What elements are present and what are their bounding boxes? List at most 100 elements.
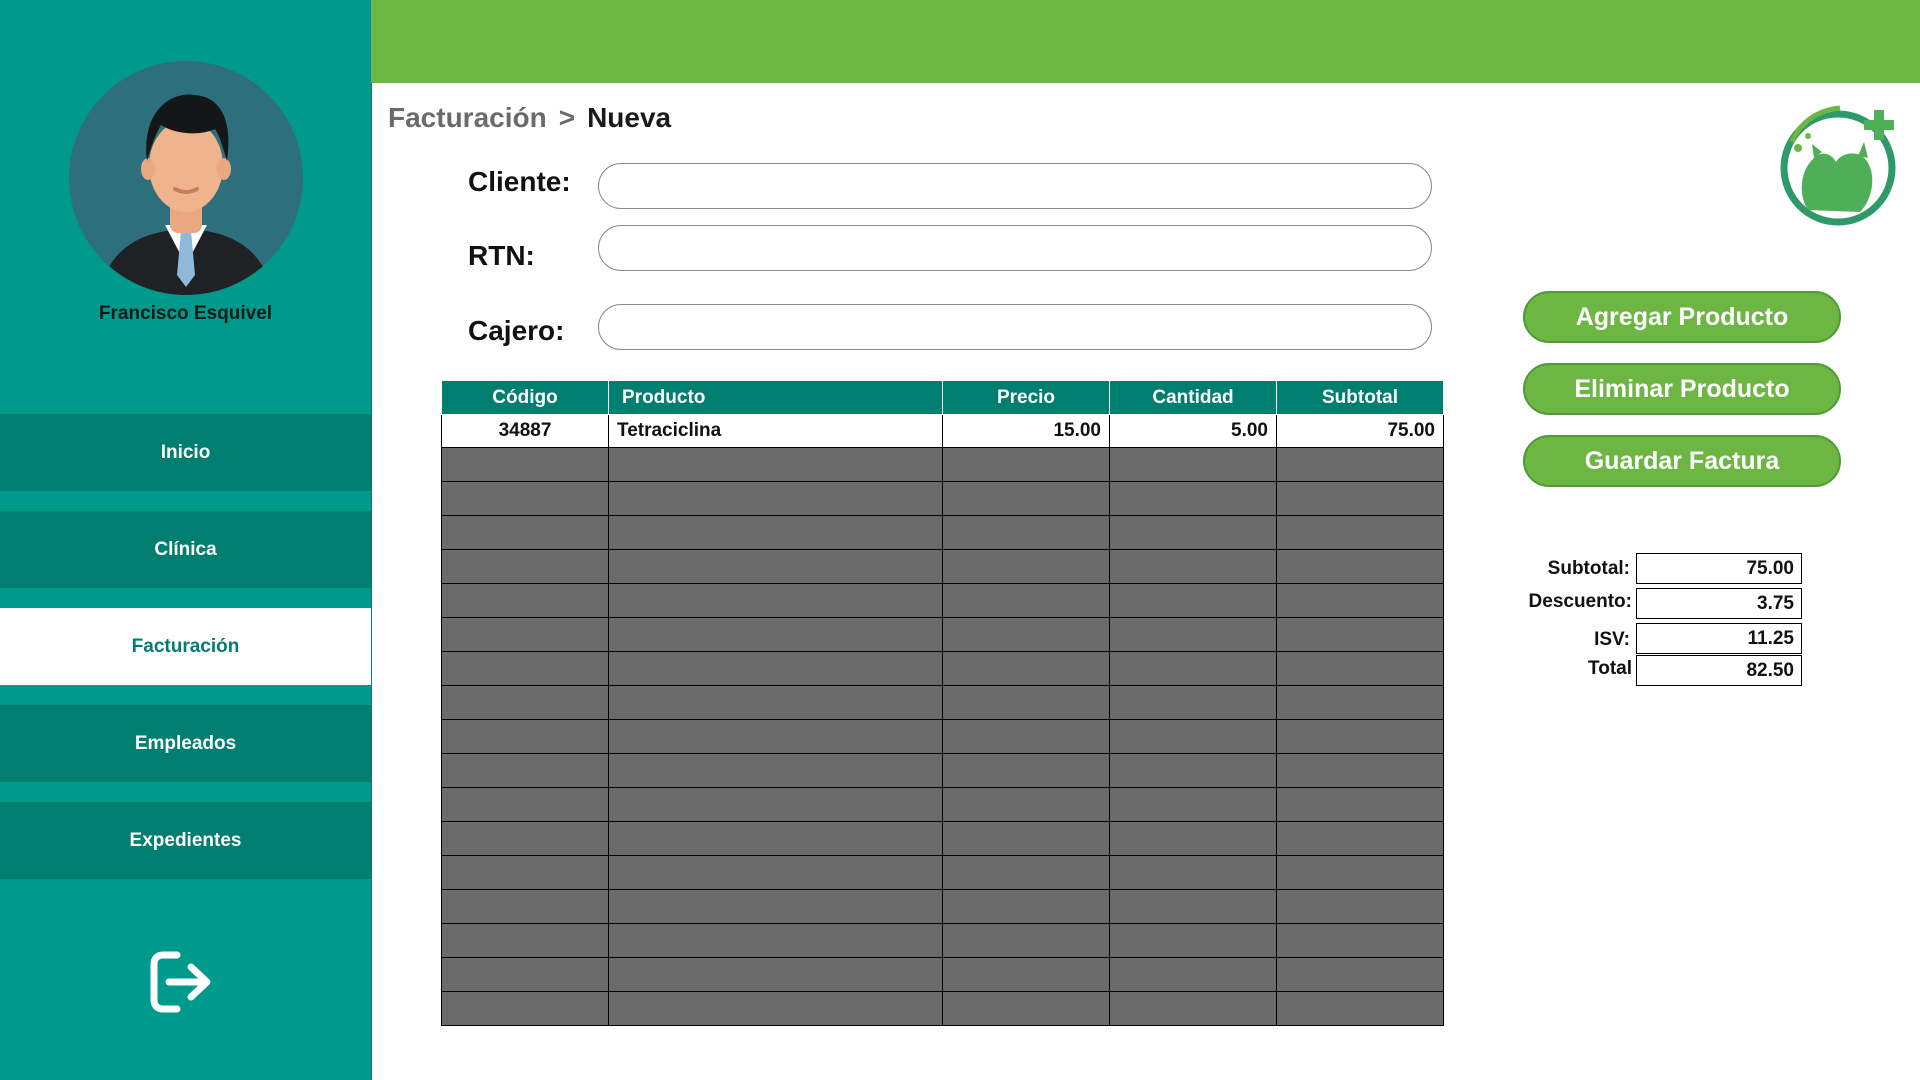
table-cell-empty[interactable]	[1276, 821, 1444, 856]
cell-subtotal[interactable]: 75.00	[1276, 414, 1444, 448]
table-cell-empty[interactable]	[441, 583, 609, 618]
table-cell-empty[interactable]	[1276, 719, 1444, 754]
table-cell-empty[interactable]	[1276, 991, 1444, 1026]
table-cell-empty[interactable]	[1109, 821, 1277, 856]
table-row-empty[interactable]	[441, 991, 1444, 1026]
add-product-button[interactable]: Agregar Producto	[1523, 291, 1841, 343]
table-cell-empty[interactable]	[1276, 583, 1444, 618]
table-cell-empty[interactable]	[1109, 685, 1277, 720]
table-cell-empty[interactable]	[942, 957, 1110, 992]
sidebar-item-clinica[interactable]: Clínica	[0, 511, 371, 588]
table-cell-empty[interactable]	[942, 617, 1110, 652]
table-cell-empty[interactable]	[441, 991, 609, 1026]
table-cell-empty[interactable]	[441, 855, 609, 890]
table-cell-empty[interactable]	[1276, 889, 1444, 924]
products-table[interactable]: Código Producto Precio Cantidad Subtotal…	[441, 380, 1444, 1026]
table-cell-empty[interactable]	[608, 923, 943, 958]
table-cell-empty[interactable]	[608, 719, 943, 754]
table-cell-empty[interactable]	[608, 957, 943, 992]
save-invoice-button[interactable]: Guardar Factura	[1523, 435, 1841, 487]
table-cell-empty[interactable]	[608, 651, 943, 686]
table-cell-empty[interactable]	[942, 651, 1110, 686]
table-cell-empty[interactable]	[942, 481, 1110, 516]
table-cell-empty[interactable]	[441, 549, 609, 584]
column-header-codigo[interactable]: Código	[441, 380, 609, 415]
table-row-empty[interactable]	[441, 481, 1444, 516]
cell-producto[interactable]: Tetraciclina	[608, 414, 943, 448]
table-cell-empty[interactable]	[1276, 957, 1444, 992]
table-cell-empty[interactable]	[441, 481, 609, 516]
table-cell-empty[interactable]	[1109, 753, 1277, 788]
table-cell-empty[interactable]	[1109, 583, 1277, 618]
table-cell-empty[interactable]	[1109, 719, 1277, 754]
column-header-subtotal[interactable]: Subtotal	[1276, 380, 1444, 415]
table-cell-empty[interactable]	[942, 753, 1110, 788]
column-header-precio[interactable]: Precio	[942, 380, 1110, 415]
table-cell-empty[interactable]	[608, 753, 943, 788]
logout-icon[interactable]	[147, 947, 217, 1017]
table-cell-empty[interactable]	[1109, 889, 1277, 924]
table-cell-empty[interactable]	[942, 583, 1110, 618]
table-cell-empty[interactable]	[1276, 447, 1444, 482]
table-cell-empty[interactable]	[608, 481, 943, 516]
cajero-input[interactable]	[598, 304, 1432, 350]
table-cell-empty[interactable]	[942, 821, 1110, 856]
table-cell-empty[interactable]	[608, 821, 943, 856]
sidebar-item-empleados[interactable]: Empleados	[0, 705, 371, 782]
table-cell-empty[interactable]	[441, 685, 609, 720]
table-cell-empty[interactable]	[1109, 855, 1277, 890]
table-row-empty[interactable]	[441, 447, 1444, 482]
table-cell-empty[interactable]	[608, 447, 943, 482]
table-cell-empty[interactable]	[942, 923, 1110, 958]
table-cell-empty[interactable]	[942, 855, 1110, 890]
table-row-empty[interactable]	[441, 617, 1444, 652]
sidebar-item-expedientes[interactable]: Expedientes	[0, 802, 371, 879]
table-cell-empty[interactable]	[1276, 753, 1444, 788]
cell-precio[interactable]: 15.00	[942, 414, 1110, 448]
table-cell-empty[interactable]	[1109, 515, 1277, 550]
table-cell-empty[interactable]	[1109, 549, 1277, 584]
sidebar-item-facturacion[interactable]: Facturación	[0, 608, 371, 685]
table-cell-empty[interactable]	[1109, 923, 1277, 958]
table-cell-empty[interactable]	[1109, 617, 1277, 652]
table-cell-empty[interactable]	[942, 719, 1110, 754]
table-cell-empty[interactable]	[441, 651, 609, 686]
rtn-input[interactable]	[598, 225, 1432, 271]
sidebar-item-inicio[interactable]: Inicio	[0, 414, 371, 491]
table-cell-empty[interactable]	[1276, 787, 1444, 822]
cliente-input[interactable]	[598, 163, 1432, 209]
breadcrumb-parent[interactable]: Facturación	[388, 102, 547, 134]
table-row-empty[interactable]	[441, 753, 1444, 788]
table-cell-empty[interactable]	[942, 685, 1110, 720]
table-cell-empty[interactable]	[942, 447, 1110, 482]
table-cell-empty[interactable]	[1276, 685, 1444, 720]
table-row-empty[interactable]	[441, 855, 1444, 890]
table-row-empty[interactable]	[441, 889, 1444, 924]
table-cell-empty[interactable]	[441, 753, 609, 788]
remove-product-button[interactable]: Eliminar Producto	[1523, 363, 1841, 415]
table-row-empty[interactable]	[441, 923, 1444, 958]
table-row-empty[interactable]	[441, 549, 1444, 584]
table-row-empty[interactable]	[441, 685, 1444, 720]
table-cell-empty[interactable]	[1109, 447, 1277, 482]
table-cell-empty[interactable]	[1109, 787, 1277, 822]
table-row-empty[interactable]	[441, 515, 1444, 550]
table-cell-empty[interactable]	[441, 957, 609, 992]
table-row-empty[interactable]	[441, 821, 1444, 856]
table-cell-empty[interactable]	[1109, 957, 1277, 992]
cell-codigo[interactable]: 34887	[441, 414, 609, 448]
table-cell-empty[interactable]	[1276, 855, 1444, 890]
cell-cantidad[interactable]: 5.00	[1109, 414, 1277, 448]
table-cell-empty[interactable]	[942, 889, 1110, 924]
table-cell-empty[interactable]	[608, 991, 943, 1026]
table-cell-empty[interactable]	[1276, 481, 1444, 516]
table-cell-empty[interactable]	[441, 889, 609, 924]
table-cell-empty[interactable]	[608, 515, 943, 550]
table-cell-empty[interactable]	[608, 855, 943, 890]
table-cell-empty[interactable]	[942, 787, 1110, 822]
table-cell-empty[interactable]	[608, 549, 943, 584]
table-cell-empty[interactable]	[942, 515, 1110, 550]
table-cell-empty[interactable]	[942, 991, 1110, 1026]
table-cell-empty[interactable]	[1109, 991, 1277, 1026]
table-cell-empty[interactable]	[1276, 923, 1444, 958]
